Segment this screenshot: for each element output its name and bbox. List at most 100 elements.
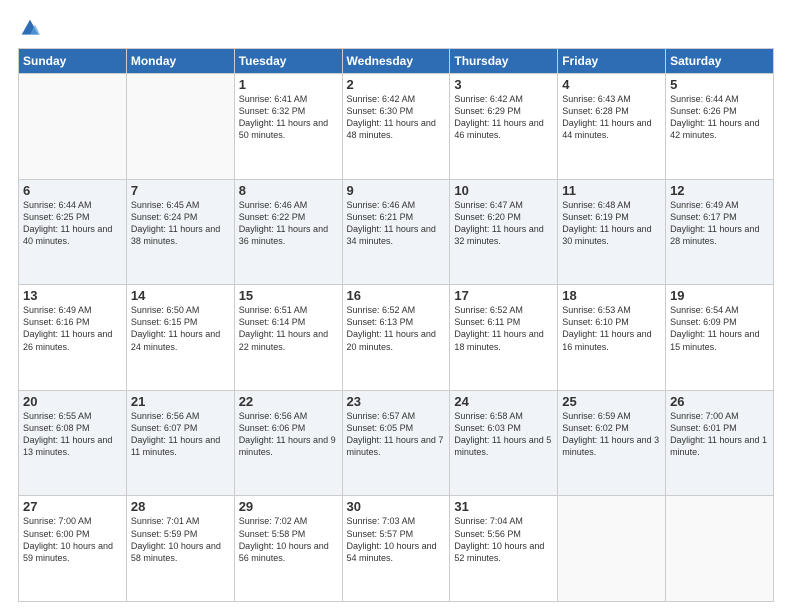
day-number: 21 <box>131 394 230 409</box>
day-info: Sunrise: 6:50 AM Sunset: 6:15 PM Dayligh… <box>131 304 230 353</box>
weekday-monday: Monday <box>126 49 234 74</box>
header <box>18 18 774 38</box>
calendar-cell: 25Sunrise: 6:59 AM Sunset: 6:02 PM Dayli… <box>558 390 666 496</box>
day-number: 27 <box>23 499 122 514</box>
day-number: 13 <box>23 288 122 303</box>
day-number: 17 <box>454 288 553 303</box>
day-number: 18 <box>562 288 661 303</box>
day-number: 10 <box>454 183 553 198</box>
day-number: 15 <box>239 288 338 303</box>
calendar-cell: 1Sunrise: 6:41 AM Sunset: 6:32 PM Daylig… <box>234 74 342 180</box>
day-info: Sunrise: 6:45 AM Sunset: 6:24 PM Dayligh… <box>131 199 230 248</box>
logo <box>18 18 40 38</box>
calendar-cell: 30Sunrise: 7:03 AM Sunset: 5:57 PM Dayli… <box>342 496 450 602</box>
day-number: 7 <box>131 183 230 198</box>
day-info: Sunrise: 6:56 AM Sunset: 6:06 PM Dayligh… <box>239 410 338 459</box>
calendar-cell: 11Sunrise: 6:48 AM Sunset: 6:19 PM Dayli… <box>558 179 666 285</box>
day-number: 2 <box>347 77 446 92</box>
page: SundayMondayTuesdayWednesdayThursdayFrid… <box>0 0 792 612</box>
calendar-cell: 7Sunrise: 6:45 AM Sunset: 6:24 PM Daylig… <box>126 179 234 285</box>
calendar-cell <box>19 74 127 180</box>
day-info: Sunrise: 6:46 AM Sunset: 6:22 PM Dayligh… <box>239 199 338 248</box>
day-number: 23 <box>347 394 446 409</box>
day-number: 20 <box>23 394 122 409</box>
day-number: 28 <box>131 499 230 514</box>
weekday-wednesday: Wednesday <box>342 49 450 74</box>
day-info: Sunrise: 6:57 AM Sunset: 6:05 PM Dayligh… <box>347 410 446 459</box>
day-info: Sunrise: 6:55 AM Sunset: 6:08 PM Dayligh… <box>23 410 122 459</box>
calendar-cell: 6Sunrise: 6:44 AM Sunset: 6:25 PM Daylig… <box>19 179 127 285</box>
calendar-table: SundayMondayTuesdayWednesdayThursdayFrid… <box>18 48 774 602</box>
day-number: 24 <box>454 394 553 409</box>
day-info: Sunrise: 6:52 AM Sunset: 6:13 PM Dayligh… <box>347 304 446 353</box>
day-info: Sunrise: 7:04 AM Sunset: 5:56 PM Dayligh… <box>454 515 553 564</box>
day-number: 30 <box>347 499 446 514</box>
day-number: 9 <box>347 183 446 198</box>
day-number: 4 <box>562 77 661 92</box>
day-info: Sunrise: 6:42 AM Sunset: 6:29 PM Dayligh… <box>454 93 553 142</box>
day-number: 14 <box>131 288 230 303</box>
day-number: 1 <box>239 77 338 92</box>
day-info: Sunrise: 6:47 AM Sunset: 6:20 PM Dayligh… <box>454 199 553 248</box>
calendar-cell: 9Sunrise: 6:46 AM Sunset: 6:21 PM Daylig… <box>342 179 450 285</box>
day-number: 25 <box>562 394 661 409</box>
week-row-3: 13Sunrise: 6:49 AM Sunset: 6:16 PM Dayli… <box>19 285 774 391</box>
week-row-4: 20Sunrise: 6:55 AM Sunset: 6:08 PM Dayli… <box>19 390 774 496</box>
weekday-thursday: Thursday <box>450 49 558 74</box>
calendar-cell: 10Sunrise: 6:47 AM Sunset: 6:20 PM Dayli… <box>450 179 558 285</box>
day-number: 31 <box>454 499 553 514</box>
week-row-2: 6Sunrise: 6:44 AM Sunset: 6:25 PM Daylig… <box>19 179 774 285</box>
calendar-cell <box>126 74 234 180</box>
calendar-cell: 18Sunrise: 6:53 AM Sunset: 6:10 PM Dayli… <box>558 285 666 391</box>
calendar-cell: 15Sunrise: 6:51 AM Sunset: 6:14 PM Dayli… <box>234 285 342 391</box>
day-info: Sunrise: 6:59 AM Sunset: 6:02 PM Dayligh… <box>562 410 661 459</box>
calendar-cell: 26Sunrise: 7:00 AM Sunset: 6:01 PM Dayli… <box>666 390 774 496</box>
day-info: Sunrise: 6:46 AM Sunset: 6:21 PM Dayligh… <box>347 199 446 248</box>
calendar-cell: 3Sunrise: 6:42 AM Sunset: 6:29 PM Daylig… <box>450 74 558 180</box>
day-info: Sunrise: 7:02 AM Sunset: 5:58 PM Dayligh… <box>239 515 338 564</box>
calendar-cell: 22Sunrise: 6:56 AM Sunset: 6:06 PM Dayli… <box>234 390 342 496</box>
day-number: 22 <box>239 394 338 409</box>
day-number: 6 <box>23 183 122 198</box>
day-number: 3 <box>454 77 553 92</box>
day-info: Sunrise: 6:49 AM Sunset: 6:17 PM Dayligh… <box>670 199 769 248</box>
day-info: Sunrise: 6:44 AM Sunset: 6:25 PM Dayligh… <box>23 199 122 248</box>
weekday-sunday: Sunday <box>19 49 127 74</box>
day-info: Sunrise: 6:53 AM Sunset: 6:10 PM Dayligh… <box>562 304 661 353</box>
day-info: Sunrise: 6:51 AM Sunset: 6:14 PM Dayligh… <box>239 304 338 353</box>
calendar-cell: 24Sunrise: 6:58 AM Sunset: 6:03 PM Dayli… <box>450 390 558 496</box>
day-info: Sunrise: 7:01 AM Sunset: 5:59 PM Dayligh… <box>131 515 230 564</box>
calendar-cell: 21Sunrise: 6:56 AM Sunset: 6:07 PM Dayli… <box>126 390 234 496</box>
week-row-5: 27Sunrise: 7:00 AM Sunset: 6:00 PM Dayli… <box>19 496 774 602</box>
weekday-tuesday: Tuesday <box>234 49 342 74</box>
day-info: Sunrise: 7:00 AM Sunset: 6:00 PM Dayligh… <box>23 515 122 564</box>
logo-icon <box>20 18 40 38</box>
day-info: Sunrise: 6:58 AM Sunset: 6:03 PM Dayligh… <box>454 410 553 459</box>
calendar-cell: 2Sunrise: 6:42 AM Sunset: 6:30 PM Daylig… <box>342 74 450 180</box>
day-info: Sunrise: 7:03 AM Sunset: 5:57 PM Dayligh… <box>347 515 446 564</box>
calendar-cell: 23Sunrise: 6:57 AM Sunset: 6:05 PM Dayli… <box>342 390 450 496</box>
calendar-cell: 28Sunrise: 7:01 AM Sunset: 5:59 PM Dayli… <box>126 496 234 602</box>
day-number: 12 <box>670 183 769 198</box>
day-info: Sunrise: 6:52 AM Sunset: 6:11 PM Dayligh… <box>454 304 553 353</box>
day-number: 5 <box>670 77 769 92</box>
calendar-cell: 29Sunrise: 7:02 AM Sunset: 5:58 PM Dayli… <box>234 496 342 602</box>
day-number: 19 <box>670 288 769 303</box>
day-info: Sunrise: 6:54 AM Sunset: 6:09 PM Dayligh… <box>670 304 769 353</box>
day-info: Sunrise: 6:56 AM Sunset: 6:07 PM Dayligh… <box>131 410 230 459</box>
weekday-header-row: SundayMondayTuesdayWednesdayThursdayFrid… <box>19 49 774 74</box>
day-info: Sunrise: 7:00 AM Sunset: 6:01 PM Dayligh… <box>670 410 769 459</box>
calendar-cell <box>666 496 774 602</box>
day-info: Sunrise: 6:44 AM Sunset: 6:26 PM Dayligh… <box>670 93 769 142</box>
calendar-cell <box>558 496 666 602</box>
calendar-cell: 31Sunrise: 7:04 AM Sunset: 5:56 PM Dayli… <box>450 496 558 602</box>
calendar-cell: 16Sunrise: 6:52 AM Sunset: 6:13 PM Dayli… <box>342 285 450 391</box>
day-number: 26 <box>670 394 769 409</box>
day-number: 16 <box>347 288 446 303</box>
calendar-cell: 20Sunrise: 6:55 AM Sunset: 6:08 PM Dayli… <box>19 390 127 496</box>
day-info: Sunrise: 6:42 AM Sunset: 6:30 PM Dayligh… <box>347 93 446 142</box>
calendar-cell: 19Sunrise: 6:54 AM Sunset: 6:09 PM Dayli… <box>666 285 774 391</box>
weekday-friday: Friday <box>558 49 666 74</box>
weekday-saturday: Saturday <box>666 49 774 74</box>
calendar-cell: 13Sunrise: 6:49 AM Sunset: 6:16 PM Dayli… <box>19 285 127 391</box>
